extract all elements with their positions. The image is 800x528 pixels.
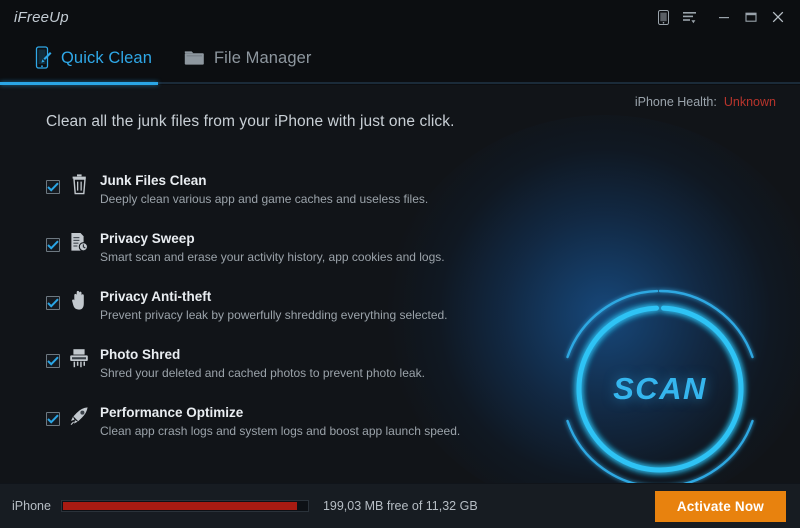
feature-desc: Smart scan and erase your activity histo… — [100, 250, 445, 264]
feature-row[interactable]: Privacy Sweep Smart scan and erase your … — [46, 230, 476, 288]
storage-progress-bar — [60, 500, 309, 512]
feature-title: Privacy Anti-theft — [100, 289, 212, 304]
storage-text: 199,03 MB free of 11,32 GB — [322, 499, 478, 513]
tab-quick-clean[interactable]: Quick Clean — [18, 34, 168, 82]
document-clock-icon — [62, 232, 96, 253]
health-value: Unknown — [723, 95, 776, 109]
feature-text: Photo Shred Shred your deleted and cache… — [96, 346, 476, 382]
feature-title: Performance Optimize — [100, 405, 244, 420]
storage-progress-fill — [62, 502, 298, 510]
phone-clean-icon — [34, 46, 52, 70]
feature-text: Privacy Sweep Smart scan and erase your … — [96, 230, 476, 266]
main-content: iPhone Health: Unknown Clean all the junk… — [0, 85, 800, 483]
feature-title: Privacy Sweep — [100, 231, 195, 246]
feature-row[interactable]: Junk Files Clean Deeply clean various ap… — [46, 172, 476, 230]
hand-icon — [62, 290, 96, 311]
shredder-icon — [62, 348, 96, 369]
close-icon[interactable] — [766, 6, 790, 28]
ifreeup-window: iFreeUp Quick Clean File Manager iPhone … — [0, 0, 800, 528]
page-headline: Clean all the junk files from your iPhon… — [46, 113, 455, 130]
rocket-icon — [62, 406, 96, 427]
activate-now-button[interactable]: Activate Now — [654, 490, 786, 522]
scan-button[interactable]: SCAN — [545, 274, 775, 483]
feature-desc: Clean app crash logs and system logs and… — [100, 424, 461, 438]
feature-checkbox[interactable] — [46, 238, 62, 252]
feature-title: Photo Shred — [100, 347, 181, 362]
feature-checkbox[interactable] — [46, 354, 62, 368]
feature-text: Junk Files Clean Deeply clean various ap… — [96, 172, 476, 208]
scan-rings — [566, 289, 754, 483]
tab-label: File Manager — [213, 48, 312, 67]
status-bar: iPhone 199,03 MB free of 11,32 GB Activa… — [0, 483, 800, 528]
device-label: iPhone — [12, 499, 51, 513]
feature-title: Junk Files Clean — [100, 173, 207, 188]
menu-icon[interactable] — [678, 6, 702, 28]
feature-checkbox[interactable] — [46, 180, 62, 194]
minimize-icon[interactable] — [712, 6, 736, 28]
tab-file-manager[interactable]: File Manager — [168, 34, 328, 82]
feature-row[interactable]: Performance Optimize Clean app crash log… — [46, 404, 476, 462]
feature-desc: Shred your deleted and cached photos to … — [100, 366, 425, 380]
maximize-icon[interactable] — [739, 6, 763, 28]
trash-icon — [62, 174, 96, 195]
feature-checkbox[interactable] — [46, 412, 62, 426]
feature-desc: Prevent privacy leak by powerfully shred… — [100, 308, 448, 322]
feature-row[interactable]: Privacy Anti-theft Prevent privacy leak … — [46, 288, 476, 346]
window-controls — [651, 6, 790, 28]
app-logo: iFreeUp — [14, 8, 69, 26]
health-label: iPhone Health: — [634, 95, 717, 109]
tab-underline-active — [0, 82, 158, 85]
feature-list: Junk Files Clean Deeply clean various ap… — [46, 172, 476, 462]
tab-bar: Quick Clean File Manager — [0, 34, 800, 82]
feature-row[interactable]: Photo Shred Shred your deleted and cache… — [46, 346, 476, 404]
feature-text: Privacy Anti-theft Prevent privacy leak … — [96, 288, 476, 324]
title-bar: iFreeUp — [0, 0, 800, 34]
feature-desc: Deeply clean various app and game caches… — [100, 192, 429, 206]
tab-underline — [0, 82, 800, 85]
device-icon[interactable] — [651, 6, 675, 28]
tab-label: Quick Clean — [61, 48, 152, 67]
feature-checkbox[interactable] — [46, 296, 62, 310]
iphone-health-status: iPhone Health: Unknown — [635, 95, 776, 109]
folder-icon — [184, 50, 205, 67]
feature-text: Performance Optimize Clean app crash log… — [96, 404, 476, 440]
